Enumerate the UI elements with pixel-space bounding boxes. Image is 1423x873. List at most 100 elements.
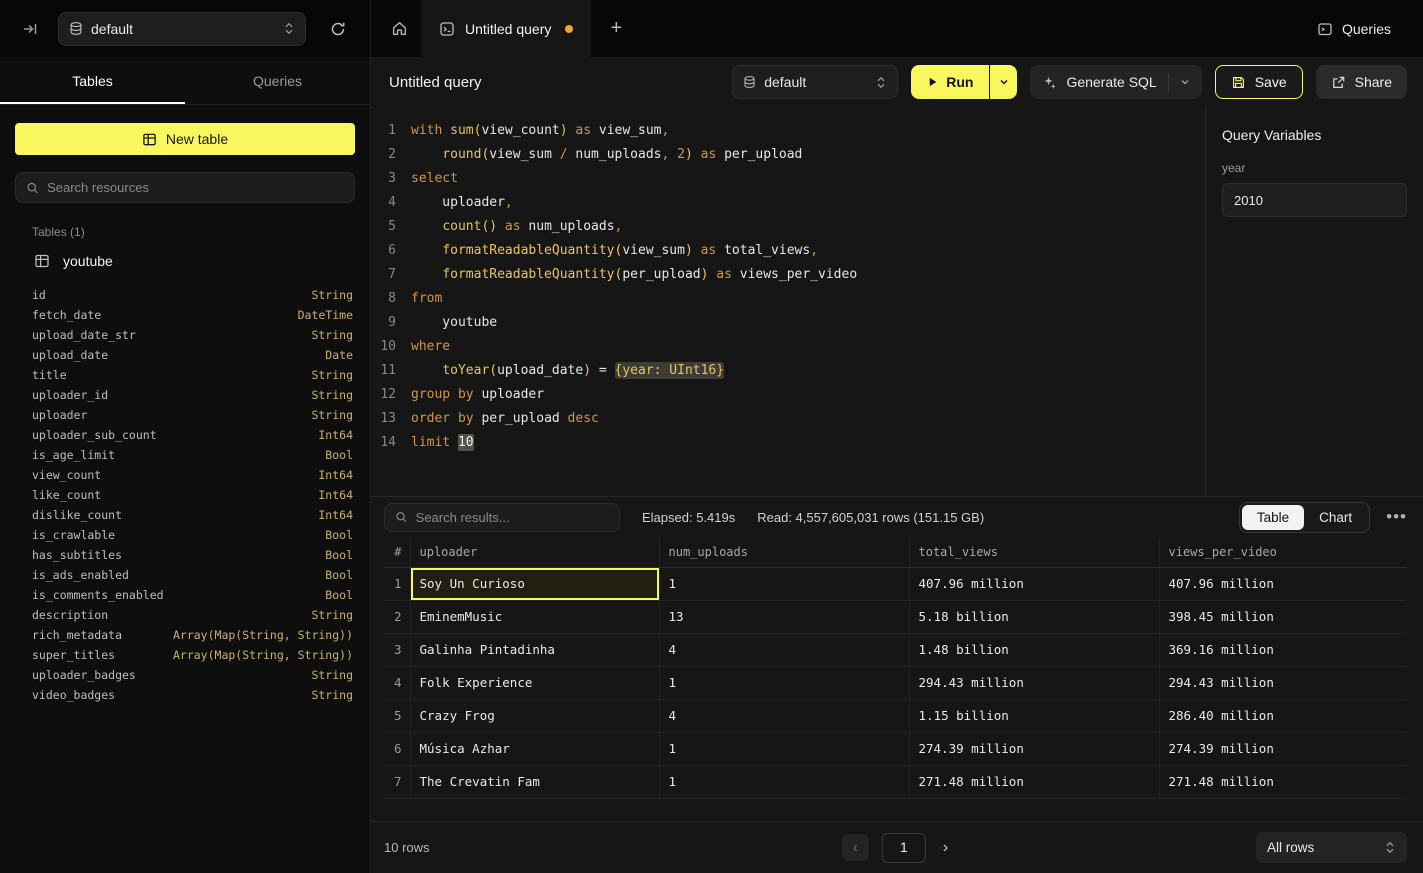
- code-line[interactable]: 6 formatReadableQuantity(view_sum) as to…: [371, 239, 1205, 263]
- code-line[interactable]: 2 round(view_sum / num_uploads, 2) as pe…: [371, 143, 1205, 167]
- column-row[interactable]: uploader_sub_countInt64: [0, 425, 370, 445]
- column-row[interactable]: is_age_limitBool: [0, 445, 370, 465]
- column-name: rich_metadata: [32, 628, 122, 642]
- run-button[interactable]: Run: [911, 65, 989, 99]
- code-line[interactable]: 7 formatReadableQuantity(per_upload) as …: [371, 263, 1205, 287]
- code-line[interactable]: 12group by uploader: [371, 383, 1205, 407]
- results-cell[interactable]: Música Azhar: [410, 732, 659, 765]
- results-cell[interactable]: 369.16 million: [1159, 633, 1407, 666]
- results-cell[interactable]: 407.96 million: [1159, 567, 1407, 600]
- results-cell[interactable]: 286.40 million: [1159, 699, 1407, 732]
- results-cell[interactable]: Soy Un Curioso: [410, 567, 659, 600]
- collapse-sidebar-button[interactable]: [16, 15, 44, 43]
- results-cell[interactable]: 5.18 billion: [909, 600, 1159, 633]
- results-cell[interactable]: Crazy Frog: [410, 699, 659, 732]
- results-cell[interactable]: 1.48 billion: [909, 633, 1159, 666]
- code-line[interactable]: 13order by per_upload desc: [371, 407, 1205, 431]
- previous-page-button[interactable]: ‹: [842, 834, 869, 861]
- results-column-header[interactable]: total_views: [909, 537, 1159, 567]
- generate-sql-button[interactable]: Generate SQL: [1030, 65, 1201, 99]
- resource-search-input[interactable]: [47, 180, 344, 195]
- results-cell[interactable]: 271.48 million: [1159, 765, 1407, 798]
- code-line[interactable]: 14limit 10: [371, 431, 1205, 455]
- results-cell[interactable]: 274.39 million: [909, 732, 1159, 765]
- results-cell[interactable]: Galinha Pintadinha: [410, 633, 659, 666]
- results-cell[interactable]: 1: [659, 567, 909, 600]
- share-button[interactable]: Share: [1316, 65, 1407, 99]
- results-cell[interactable]: EminemMusic: [410, 600, 659, 633]
- sql-editor[interactable]: 1with sum(view_count) as view_sum,2 roun…: [371, 107, 1205, 496]
- chart-view-button[interactable]: Chart: [1304, 505, 1367, 530]
- column-row[interactable]: titleString: [0, 365, 370, 385]
- results-cell[interactable]: 398.45 million: [1159, 600, 1407, 633]
- results-column-header[interactable]: uploader: [410, 537, 659, 567]
- query-database-selector[interactable]: default: [732, 65, 898, 99]
- results-cell[interactable]: 4: [659, 699, 909, 732]
- code-line[interactable]: 3select: [371, 167, 1205, 191]
- results-cell[interactable]: 1: [659, 666, 909, 699]
- column-row[interactable]: is_comments_enabledBool: [0, 585, 370, 605]
- results-cell[interactable]: 407.96 million: [909, 567, 1159, 600]
- new-tab-button[interactable]: +: [599, 0, 633, 57]
- save-button[interactable]: Save: [1215, 65, 1303, 99]
- variable-year-input[interactable]: [1222, 183, 1407, 217]
- results-cell[interactable]: 1.15 billion: [909, 699, 1159, 732]
- more-options-button[interactable]: •••: [1386, 507, 1407, 527]
- results-search-input[interactable]: [416, 510, 609, 525]
- refresh-button[interactable]: [324, 15, 352, 43]
- column-row[interactable]: idString: [0, 285, 370, 305]
- resource-search[interactable]: [15, 172, 355, 203]
- column-row[interactable]: has_subtitlesBool: [0, 545, 370, 565]
- results-cell[interactable]: 274.39 million: [1159, 732, 1407, 765]
- column-row[interactable]: rich_metadata Array(Map(String, String)): [0, 625, 370, 645]
- column-row[interactable]: dislike_countInt64: [0, 505, 370, 525]
- table-view-button[interactable]: Table: [1242, 505, 1304, 530]
- results-cell[interactable]: 271.48 million: [909, 765, 1159, 798]
- sidebar-tab-tables[interactable]: Tables: [0, 57, 185, 104]
- code-line[interactable]: 11 toYear(upload_date) = {year: UInt16}: [371, 359, 1205, 383]
- results-cell[interactable]: Folk Experience: [410, 666, 659, 699]
- queries-button[interactable]: Queries: [1309, 15, 1399, 43]
- column-row[interactable]: uploader_badgesString: [0, 665, 370, 685]
- page-number-input[interactable]: [882, 833, 926, 863]
- results-column-header[interactable]: views_per_video: [1159, 537, 1407, 567]
- table-item-youtube[interactable]: youtube: [0, 247, 370, 275]
- results-column-header[interactable]: #: [384, 537, 410, 567]
- sidebar-tab-queries[interactable]: Queries: [185, 57, 370, 104]
- new-table-button[interactable]: New table: [15, 123, 355, 155]
- database-selector[interactable]: default: [58, 12, 306, 46]
- column-row[interactable]: is_crawlableBool: [0, 525, 370, 545]
- code-line[interactable]: 10where: [371, 335, 1205, 359]
- column-row[interactable]: view_countInt64: [0, 465, 370, 485]
- code-line[interactable]: 9 youtube: [371, 311, 1205, 335]
- next-page-button[interactable]: ›: [939, 837, 952, 859]
- column-row[interactable]: fetch_dateDateTime: [0, 305, 370, 325]
- tab-untitled-query[interactable]: Untitled query: [421, 0, 591, 57]
- column-row[interactable]: super_titlesArray(Map(String, String)): [0, 645, 370, 665]
- code-line[interactable]: 1with sum(view_count) as view_sum,: [371, 119, 1205, 143]
- results-column-header[interactable]: num_uploads: [659, 537, 909, 567]
- results-cell[interactable]: 294.43 million: [909, 666, 1159, 699]
- home-button[interactable]: [377, 0, 421, 57]
- results-search[interactable]: [384, 503, 620, 532]
- column-row[interactable]: upload_date_strString: [0, 325, 370, 345]
- results-cell[interactable]: 1: [659, 765, 909, 798]
- run-options-button[interactable]: [990, 65, 1017, 99]
- page-size-selector[interactable]: All rows: [1256, 832, 1407, 863]
- code-line[interactable]: 8from: [371, 287, 1205, 311]
- column-row[interactable]: descriptionString: [0, 605, 370, 625]
- column-row[interactable]: like_countInt64: [0, 485, 370, 505]
- column-row[interactable]: uploader_idString: [0, 385, 370, 405]
- results-cell[interactable]: 1: [659, 732, 909, 765]
- code-line[interactable]: 4 uploader,: [371, 191, 1205, 215]
- results-cell[interactable]: 294.43 million: [1159, 666, 1407, 699]
- column-type: Array(Map(String, String)): [173, 628, 353, 642]
- column-row[interactable]: uploaderString: [0, 405, 370, 425]
- results-cell[interactable]: 13: [659, 600, 909, 633]
- column-row[interactable]: is_ads_enabledBool: [0, 565, 370, 585]
- code-line[interactable]: 5 count() as num_uploads,: [371, 215, 1205, 239]
- column-row[interactable]: upload_dateDate: [0, 345, 370, 365]
- column-row[interactable]: video_badgesString: [0, 685, 370, 705]
- results-cell[interactable]: The Crevatin Fam: [410, 765, 659, 798]
- results-cell[interactable]: 4: [659, 633, 909, 666]
